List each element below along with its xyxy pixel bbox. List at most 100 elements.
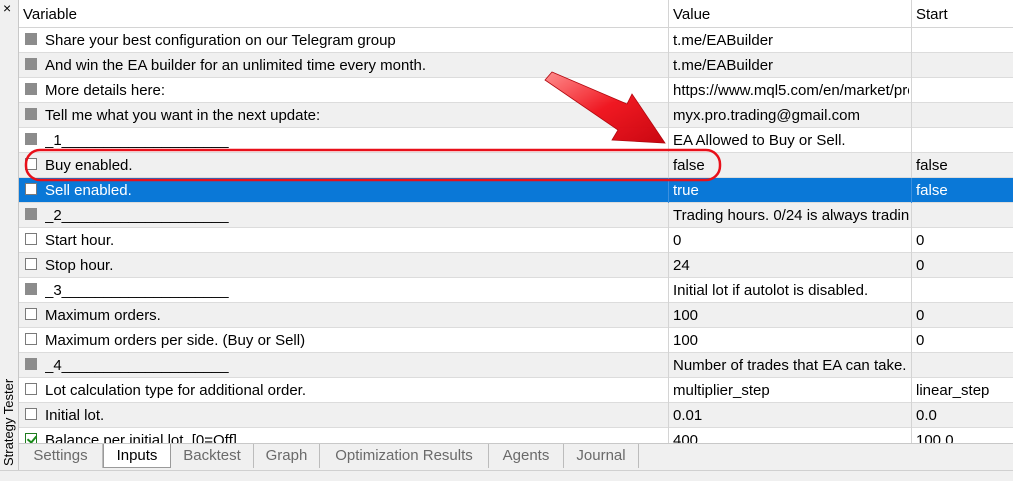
table-row[interactable]: And win the EA builder for an unlimited … <box>19 53 1013 78</box>
row-variable-balance-per-initial-lot-0-off: Balance per initial lot. [0=Off] <box>45 432 237 443</box>
row-value[interactable]: 100 <box>669 303 909 327</box>
row-start[interactable] <box>912 203 1013 227</box>
table-row[interactable]: _4____________________ Number of trades t… <box>19 353 1013 378</box>
row-checkbox[interactable] <box>25 333 37 345</box>
row-start[interactable] <box>912 353 1013 377</box>
table-row[interactable]: Stop hour. 24 0 <box>19 253 1013 278</box>
row-checkbox[interactable] <box>25 258 37 270</box>
row-start[interactable]: 0 <box>912 303 1013 327</box>
row-variable-start-hour: Start hour. <box>45 232 115 249</box>
row-checkbox[interactable] <box>25 133 37 145</box>
row-value[interactable]: Number of trades that EA can take. <box>669 353 909 377</box>
row-checkbox[interactable] <box>25 358 37 370</box>
tab-graph[interactable]: Graph <box>254 444 320 468</box>
tab-backtest[interactable]: Backtest <box>171 444 254 468</box>
row-checkbox[interactable] <box>25 83 37 95</box>
row-variable-2: _2____________________ <box>45 207 229 224</box>
column-header-value[interactable]: Value <box>669 0 911 27</box>
table-row[interactable]: Balance per initial lot. [0=Off] 400 100.0 <box>19 428 1013 443</box>
tab-journal[interactable]: Journal <box>564 444 639 468</box>
row-value[interactable]: Initial lot if autolot is disabled. <box>669 278 909 302</box>
table-row[interactable]: Initial lot. 0.01 0.0 <box>19 403 1013 428</box>
row-start[interactable]: 0 <box>912 228 1013 252</box>
row-checkbox[interactable] <box>25 408 37 420</box>
row-variable-tell-me-what-you-want-in-the-next-update: Tell me what you want in the next update… <box>45 107 321 124</box>
table-row[interactable]: Maximum orders per side. (Buy or Sell) 10… <box>19 328 1013 353</box>
row-variable-buy-enabled: Buy enabled. <box>45 157 133 174</box>
row-checkbox[interactable] <box>25 233 37 245</box>
row-checkbox[interactable] <box>25 108 37 120</box>
row-variable-lot-calculation-type-for-additional-orde: Lot calculation type for additional orde… <box>45 382 306 399</box>
table-row[interactable]: More details here: https://www.mql5.com/e… <box>19 78 1013 103</box>
row-value[interactable]: multiplier_step <box>669 378 909 402</box>
table-row[interactable]: Sell enabled. true false <box>19 178 1013 203</box>
row-start[interactable]: 0.0 <box>912 403 1013 427</box>
row-start[interactable] <box>912 103 1013 127</box>
row-checkbox[interactable] <box>25 33 37 45</box>
row-checkbox[interactable] <box>25 58 37 70</box>
row-start[interactable] <box>912 28 1013 52</box>
row-variable-sell-enabled: Sell enabled. <box>45 182 132 199</box>
row-checkbox[interactable] <box>25 183 37 195</box>
table-row[interactable]: _1____________________ EA Allowed to Buy … <box>19 128 1013 153</box>
row-variable-initial-lot: Initial lot. <box>45 407 105 424</box>
row-variable-share-your-best-configuration-on-our-tel: Share your best configuration on our Tel… <box>45 32 396 49</box>
row-value[interactable]: myx.pro.trading@gmail.com <box>669 103 909 127</box>
row-checkbox[interactable] <box>25 433 37 443</box>
row-value[interactable]: 100 <box>669 328 909 352</box>
row-value[interactable]: Trading hours. 0/24 is always trading. <box>669 203 909 227</box>
row-start[interactable] <box>912 278 1013 302</box>
row-checkbox[interactable] <box>25 158 37 170</box>
tester-tab-bar: Settings Inputs Backtest Graph Optimizat… <box>19 443 1013 471</box>
tab-inputs[interactable]: Inputs <box>103 444 171 468</box>
table-row[interactable]: Start hour. 0 0 <box>19 228 1013 253</box>
row-start[interactable]: 0 <box>912 253 1013 277</box>
tab-agents[interactable]: Agents <box>489 444 564 468</box>
row-variable-maximum-orders: Maximum orders. <box>45 307 161 324</box>
row-value[interactable]: 0 <box>669 228 909 252</box>
inputs-table: Variable Value Start Share your best con… <box>19 0 1013 443</box>
row-start[interactable]: linear_step <box>912 378 1013 402</box>
row-variable-more-details-here: More details here: <box>45 82 166 99</box>
row-checkbox[interactable] <box>25 208 37 220</box>
row-start[interactable]: false <box>912 153 1013 177</box>
table-row[interactable]: Maximum orders. 100 0 <box>19 303 1013 328</box>
row-value[interactable]: https://www.mql5.com/en/market/product/4… <box>669 78 909 102</box>
row-variable-maximum-orders-per-side-buy-or-sell: Maximum orders per side. (Buy or Sell) <box>45 332 306 349</box>
row-value[interactable]: 400 <box>669 428 909 443</box>
row-checkbox[interactable] <box>25 283 37 295</box>
tab-optimization-results[interactable]: Optimization Results <box>320 444 489 468</box>
row-checkbox[interactable] <box>25 383 37 395</box>
row-start[interactable] <box>912 128 1013 152</box>
window-vertical-title: Strategy Tester <box>1 378 16 466</box>
table-header: Variable Value Start <box>19 0 1013 28</box>
row-value[interactable]: 0.01 <box>669 403 909 427</box>
row-variable-and-win-the-ea-builder-for-an-unlimited-: And win the EA builder for an unlimited … <box>45 57 427 74</box>
table-row[interactable]: Share your best configuration on our Tel… <box>19 28 1013 53</box>
row-start[interactable]: 100.0 <box>912 428 1013 443</box>
row-value[interactable]: true <box>669 178 909 202</box>
close-icon[interactable]: × <box>3 0 11 16</box>
row-checkbox[interactable] <box>25 308 37 320</box>
row-variable-4: _4____________________ <box>45 357 229 374</box>
row-value[interactable]: t.me/EABuilder <box>669 28 909 52</box>
row-start[interactable] <box>912 78 1013 102</box>
row-start[interactable]: 0 <box>912 328 1013 352</box>
status-strip <box>0 470 1013 481</box>
row-start[interactable] <box>912 53 1013 77</box>
row-value[interactable]: EA Allowed to Buy or Sell. <box>669 128 909 152</box>
row-start[interactable]: false <box>912 178 1013 202</box>
row-value[interactable]: false <box>669 153 909 177</box>
column-header-variable[interactable]: Variable <box>19 0 667 27</box>
table-row[interactable]: _3____________________ Initial lot if aut… <box>19 278 1013 303</box>
table-row[interactable]: _2____________________ Trading hours. 0/2… <box>19 203 1013 228</box>
row-variable-1: _1____________________ <box>45 132 229 149</box>
column-header-start[interactable]: Start <box>912 0 1013 27</box>
row-variable-3: _3____________________ <box>45 282 229 299</box>
table-row[interactable]: Lot calculation type for additional orde… <box>19 378 1013 403</box>
tab-settings[interactable]: Settings <box>19 444 103 468</box>
row-value[interactable]: t.me/EABuilder <box>669 53 909 77</box>
table-row[interactable]: Tell me what you want in the next update… <box>19 103 1013 128</box>
row-value[interactable]: 24 <box>669 253 909 277</box>
table-row[interactable]: Buy enabled. false false <box>19 153 1013 178</box>
